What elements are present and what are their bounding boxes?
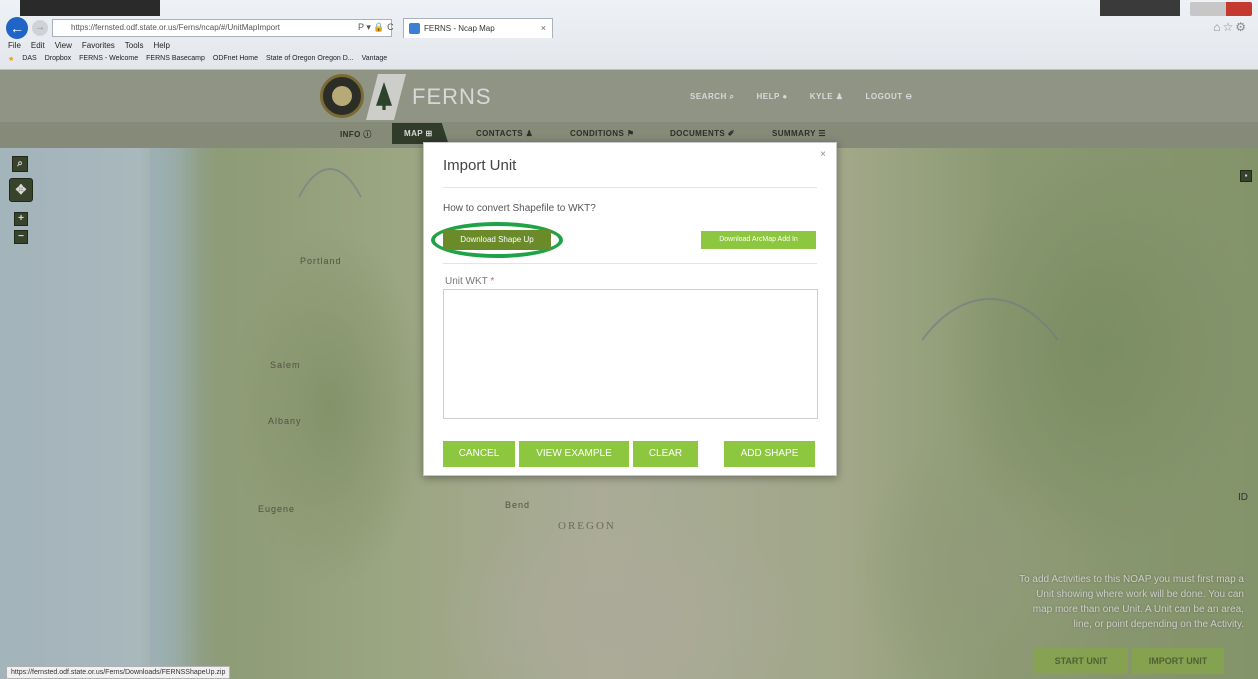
address-row: ← → https://fernsted.odf.state.or.us/Fer… [0, 16, 1258, 40]
favorites-star-icon[interactable]: ★ [8, 55, 14, 68]
window-close-button[interactable] [1226, 2, 1252, 16]
import-unit-modal: Import Unit × How to convert Shapefile t… [423, 142, 837, 476]
favorite-link[interactable]: Vantage [362, 55, 388, 68]
titlebar-decoration [1100, 0, 1180, 16]
cancel-button[interactable]: CANCEL [443, 441, 515, 467]
favorites-bar: ★ DAS Dropbox FERNS - Welcome FERNS Base… [8, 55, 387, 68]
wkt-label: Unit WKT * [445, 276, 494, 287]
how-to-text: How to convert Shapefile to WKT? [443, 203, 596, 214]
close-icon[interactable]: × [820, 149, 826, 160]
menu-item[interactable]: View [55, 41, 72, 53]
status-bar-url: https://fernsted.odf.state.or.us/Ferns/D… [6, 666, 231, 679]
titlebar-decoration [20, 0, 160, 16]
tab-title: FERNS - Ncap Map [424, 24, 495, 33]
view-example-button[interactable]: VIEW EXAMPLE [519, 441, 629, 467]
menu-item[interactable]: File [8, 41, 21, 53]
favorite-link[interactable]: DAS [22, 55, 36, 68]
back-arrow-icon[interactable]: ← [6, 17, 28, 39]
tab-close-icon[interactable]: × [541, 19, 546, 38]
wkt-label-text: Unit WKT [445, 276, 488, 287]
favorite-link[interactable]: ODFnet Home [213, 55, 258, 68]
menu-item[interactable]: Edit [31, 41, 45, 53]
menu-item[interactable]: Favorites [82, 41, 115, 53]
download-arcmap-button[interactable]: Download ArcMap Add In [701, 231, 816, 249]
browser-chrome: ← → https://fernsted.odf.state.or.us/Fer… [0, 0, 1258, 70]
download-shape-up-button[interactable]: Download Shape Up [443, 230, 551, 250]
favicon-icon [409, 23, 420, 34]
address-tools[interactable]: P ▾ 🔒 C [358, 19, 398, 37]
menu-item[interactable]: Help [153, 41, 169, 53]
forward-arrow-icon[interactable]: → [32, 20, 48, 36]
menu-item[interactable]: Tools [125, 41, 144, 53]
menu-bar: File Edit View Favorites Tools Help [8, 41, 170, 53]
home-star-gear-icons[interactable]: ⌂☆⚙ [1213, 20, 1248, 34]
clear-button[interactable]: CLEAR [633, 441, 698, 467]
modal-title: Import Unit [443, 157, 517, 174]
favorite-link[interactable]: FERNS - Welcome [79, 55, 138, 68]
divider [443, 263, 817, 264]
required-marker: * [490, 276, 495, 287]
browser-tab[interactable]: FERNS - Ncap Map × [403, 18, 553, 38]
favorite-link[interactable]: State of Oregon Oregon D... [266, 55, 354, 68]
address-bar[interactable]: https://fernsted.odf.state.or.us/Ferns/n… [52, 19, 392, 37]
divider [443, 187, 817, 188]
unit-wkt-textarea[interactable] [443, 289, 818, 419]
favorite-link[interactable]: FERNS Basecamp [146, 55, 205, 68]
favorite-link[interactable]: Dropbox [45, 55, 71, 68]
add-shape-button[interactable]: ADD SHAPE [724, 441, 815, 467]
